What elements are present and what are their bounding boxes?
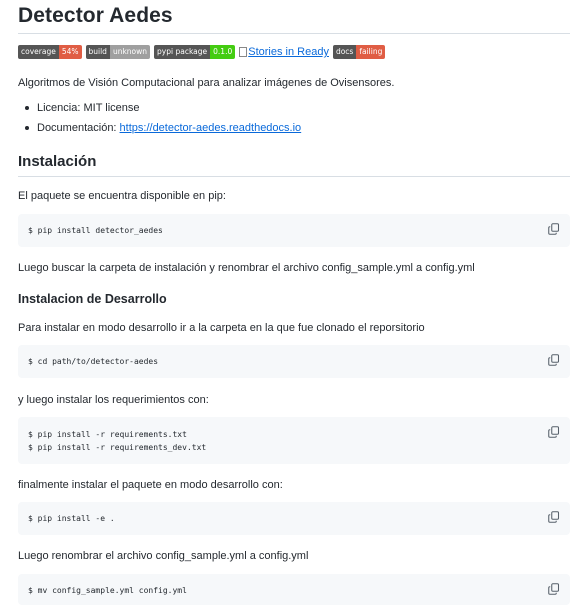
badge-row: coverage 54% build unknown pypi package 0.1… xyxy=(18,45,389,59)
code-text: $ cd path/to/detector-aedes xyxy=(28,357,159,366)
broken-image-icon xyxy=(239,47,248,57)
pip-text: El paquete se encuentra disponible en pi… xyxy=(18,190,226,202)
page-title: Detector Aedes xyxy=(18,4,173,27)
copy-icon[interactable] xyxy=(548,354,560,366)
readme-page: Detector Aedes coverage 54% build unknown … xyxy=(0,0,584,605)
code-block-req[interactable]: $ pip install -r requirements.txt $ pip … xyxy=(18,417,570,464)
code-block-mv[interactable]: $ mv config_sample.yml config.yml xyxy=(18,574,570,605)
badge-value: 54% xyxy=(58,45,82,59)
docs-label: Documentación: xyxy=(37,122,120,134)
build-badge[interactable]: build unknown xyxy=(85,45,151,59)
copy-icon[interactable] xyxy=(548,426,560,438)
code-block-pip[interactable]: $ pip install detector_aedes xyxy=(18,214,570,247)
title-divider xyxy=(18,33,570,34)
code-block-develop[interactable]: $ pip install -e . xyxy=(18,502,570,535)
intro-text: Algoritmos de Visión Computacional para … xyxy=(18,77,395,89)
docs-link[interactable]: https://detector-aedes.readthedocs.io xyxy=(120,121,302,135)
copy-icon[interactable] xyxy=(548,511,560,523)
after-install-text: Luego buscar la carpeta de instalación y… xyxy=(18,262,475,274)
final-text: finalmente instalar el paquete en modo d… xyxy=(18,479,283,491)
code-text: $ mv config_sample.yml config.yml xyxy=(28,586,187,595)
bullet xyxy=(25,126,29,130)
info-list: Licencia: MIT license Documentación: htt… xyxy=(18,101,301,141)
pypi-badge[interactable]: pypi package 0.1.0 xyxy=(154,45,236,59)
badge-value: failing xyxy=(356,45,386,59)
list-item: Licencia: MIT license xyxy=(18,101,301,115)
list-item: Documentación: https://detector-aedes.re… xyxy=(18,121,301,135)
rename-text: Luego renombrar el archivo config_sample… xyxy=(18,550,309,562)
badge-label: pypi package xyxy=(154,45,211,59)
dev-heading: Instalacion de Desarrollo xyxy=(18,292,167,306)
code-block-cd[interactable]: $ cd path/to/detector-aedes xyxy=(18,345,570,378)
req-text: y luego instalar los requerimientos con: xyxy=(18,394,209,406)
bullet xyxy=(25,106,29,110)
badge-value: unknown xyxy=(109,45,151,59)
coverage-badge[interactable]: coverage 54% xyxy=(18,45,82,59)
install-divider xyxy=(18,176,570,177)
license-text: Licencia: MIT license xyxy=(37,102,140,114)
badge-value: 0.1.0 xyxy=(210,45,236,59)
badge-label: coverage xyxy=(18,45,59,59)
copy-icon[interactable] xyxy=(548,223,560,235)
stories-badge-text: Stories in Ready xyxy=(248,46,329,58)
badge-label: docs xyxy=(332,45,357,59)
code-text: $ pip install -e . xyxy=(28,514,115,523)
install-heading: Instalación xyxy=(18,153,97,170)
stories-badge-link[interactable]: Stories in Ready xyxy=(239,45,329,59)
code-text: $ pip install detector_aedes xyxy=(28,226,163,235)
clone-text: Para instalar en modo desarrollo ir a la… xyxy=(18,322,425,334)
badge-label: build xyxy=(85,45,110,59)
docs-badge[interactable]: docs failing xyxy=(332,45,386,59)
code-text: $ pip install -r requirements.txt $ pip … xyxy=(28,430,207,452)
copy-icon[interactable] xyxy=(548,583,560,595)
